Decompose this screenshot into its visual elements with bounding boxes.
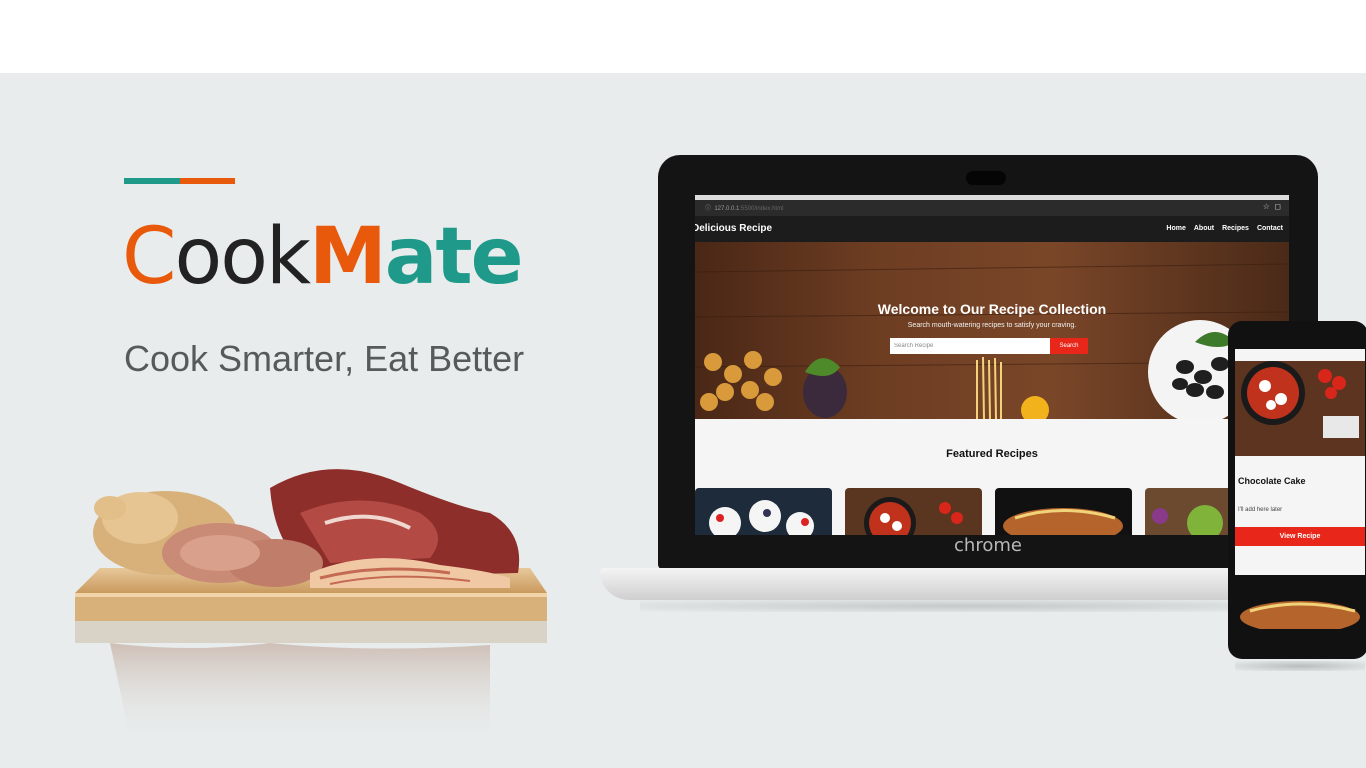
brand-letter-m: M bbox=[309, 212, 387, 302]
laptop-lid: ⓘ 127.0.0.1:5500/index.html ☆ ◻ Deliciou… bbox=[658, 155, 1318, 570]
phone-card-title: Chocolate Cake bbox=[1238, 476, 1306, 486]
browser-address-bar[interactable]: ⓘ 127.0.0.1:5500/index.html ☆ ◻ bbox=[695, 200, 1289, 216]
featured-heading: Featured Recipes bbox=[946, 448, 1038, 460]
brand-text-ate: ate bbox=[384, 212, 524, 302]
url-path: :5500/index.html bbox=[739, 206, 784, 212]
laptop-screen: ⓘ 127.0.0.1:5500/index.html ☆ ◻ Deliciou… bbox=[695, 195, 1289, 535]
recipe-card-shakshuka[interactable] bbox=[845, 488, 982, 535]
phone-next-recipe-image bbox=[1235, 575, 1365, 629]
accent-bar-teal bbox=[124, 178, 180, 184]
nav-recipes-link[interactable]: Recipes bbox=[1222, 225, 1249, 232]
nav-links: Home About Recipes Contact bbox=[1166, 225, 1283, 232]
nav-about-link[interactable]: About bbox=[1194, 225, 1214, 232]
view-recipe-button[interactable]: View Recipe bbox=[1235, 527, 1365, 546]
phone-screen: Chocolate Cake I'll add here later View … bbox=[1235, 349, 1365, 629]
laptop-brand-logo: chrome bbox=[954, 535, 1022, 556]
search-input[interactable] bbox=[890, 338, 1050, 354]
nav-home-link[interactable]: Home bbox=[1166, 225, 1185, 232]
site-navbar: Delicious Recipe Home About Recipes Cont… bbox=[695, 216, 1289, 242]
extension-icon[interactable]: ◻ bbox=[1274, 202, 1281, 211]
recipe-card-fruit[interactable] bbox=[695, 488, 832, 535]
star-icon[interactable]: ☆ bbox=[1263, 202, 1270, 211]
recipe-card-pasta[interactable] bbox=[995, 488, 1132, 535]
brand-letter-c: C bbox=[122, 212, 176, 302]
url-host: 127.0.0.1 bbox=[714, 206, 740, 212]
slide: CookMate Cook Smarter, Eat Better ⓘ 127.… bbox=[0, 73, 1366, 768]
laptop-shadow bbox=[640, 600, 1290, 612]
browser-icons: ☆ ◻ bbox=[1263, 202, 1281, 211]
nav-contact-link[interactable]: Contact bbox=[1257, 225, 1283, 232]
browser-url[interactable]: ⓘ 127.0.0.1:5500/index.html bbox=[705, 203, 783, 212]
accent-bar-orange bbox=[180, 178, 235, 184]
phone-shadow bbox=[1235, 661, 1365, 671]
search-button[interactable]: Search bbox=[1050, 338, 1088, 354]
brand-logo: CookMate bbox=[122, 218, 524, 296]
meat-board-image bbox=[70, 453, 555, 753]
laptop-base bbox=[600, 568, 1330, 600]
hero-banner: Welcome to Our Recipe Collection Search … bbox=[695, 242, 1289, 419]
phone-mockup: Chocolate Cake I'll add here later View … bbox=[1228, 321, 1366, 659]
hero-subtitle: Search mouth-watering recipes to satisfy… bbox=[907, 322, 1077, 329]
tagline: Cook Smarter, Eat Better bbox=[124, 338, 525, 379]
laptop-mockup: ⓘ 127.0.0.1:5500/index.html ☆ ◻ Deliciou… bbox=[600, 155, 1330, 615]
brand-text-ook: ook bbox=[174, 212, 311, 302]
phone-recipe-image bbox=[1235, 361, 1365, 456]
site-title[interactable]: Delicious Recipe bbox=[695, 223, 772, 234]
hero-title: Welcome to Our Recipe Collection bbox=[877, 301, 1107, 317]
webcam-icon bbox=[966, 171, 1006, 185]
phone-card-description: I'll add here later bbox=[1238, 507, 1283, 513]
hero-food-image bbox=[695, 263, 1289, 419]
